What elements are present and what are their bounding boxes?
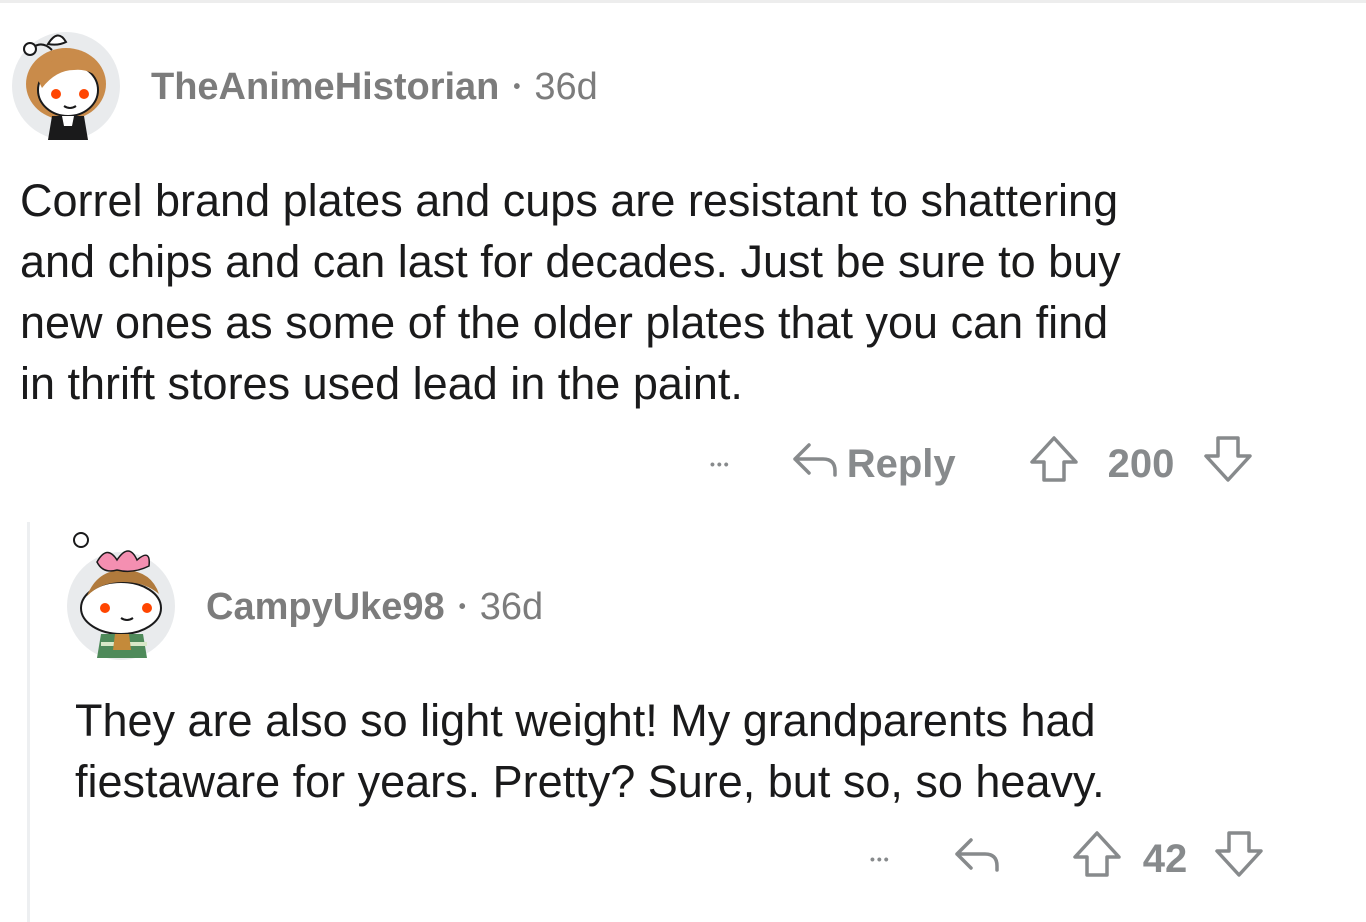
top-divider: [0, 0, 1366, 3]
comment-actions: ••• 42: [870, 831, 1265, 884]
reply-arrow-icon[interactable]: [951, 834, 1001, 884]
more-options-button[interactable]: •••: [870, 851, 891, 867]
comment-body: Correl brand plates and cups are resista…: [20, 170, 1121, 414]
comment-actions: ••• Reply 200: [710, 436, 1254, 489]
comment-meta: TheAnimeHistorian • 36d: [151, 66, 598, 108]
comment-line: new ones as some of the older plates tha…: [20, 297, 1109, 348]
avatar-illustration: [23, 34, 106, 140]
username-link[interactable]: CampyUke98: [206, 586, 445, 629]
reply-button[interactable]: Reply: [789, 439, 956, 489]
vote-score: 200: [1107, 441, 1175, 486]
comment-age: 36d: [479, 585, 544, 628]
comment-line: in thrift stores used lead in the paint.: [20, 358, 743, 409]
upvote-arrow-icon[interactable]: [1071, 829, 1123, 889]
downvote-arrow-icon[interactable]: [1213, 829, 1265, 889]
reply-label: Reply: [846, 441, 956, 486]
user-avatar[interactable]: [12, 32, 120, 140]
comment-meta: CampyUke98 • 36d: [206, 586, 543, 628]
comment-body: They are also so light weight! My grandp…: [75, 690, 1105, 812]
comment-line: They are also so light weight! My grandp…: [75, 695, 1096, 746]
downvote-arrow-icon[interactable]: [1202, 434, 1254, 494]
upvote-arrow-icon[interactable]: [1028, 434, 1080, 494]
vote-score: 42: [1142, 836, 1188, 881]
avatar-illustration: [73, 532, 162, 658]
reply-arrow-icon: [789, 439, 839, 489]
comment-age: 36d: [534, 65, 598, 108]
more-options-button[interactable]: •••: [710, 456, 731, 472]
comment-line: Correl brand plates and cups are resista…: [20, 175, 1119, 226]
thread-line[interactable]: [27, 522, 30, 922]
username-link[interactable]: TheAnimeHistorian: [151, 66, 499, 109]
meta-separator: •: [458, 595, 466, 618]
meta-separator: •: [513, 75, 521, 98]
user-avatar[interactable]: [67, 532, 175, 660]
comment-line: fiestaware for years. Pretty? Sure, but …: [75, 756, 1105, 807]
comment-line: and chips and can last for decades. Just…: [20, 236, 1121, 287]
